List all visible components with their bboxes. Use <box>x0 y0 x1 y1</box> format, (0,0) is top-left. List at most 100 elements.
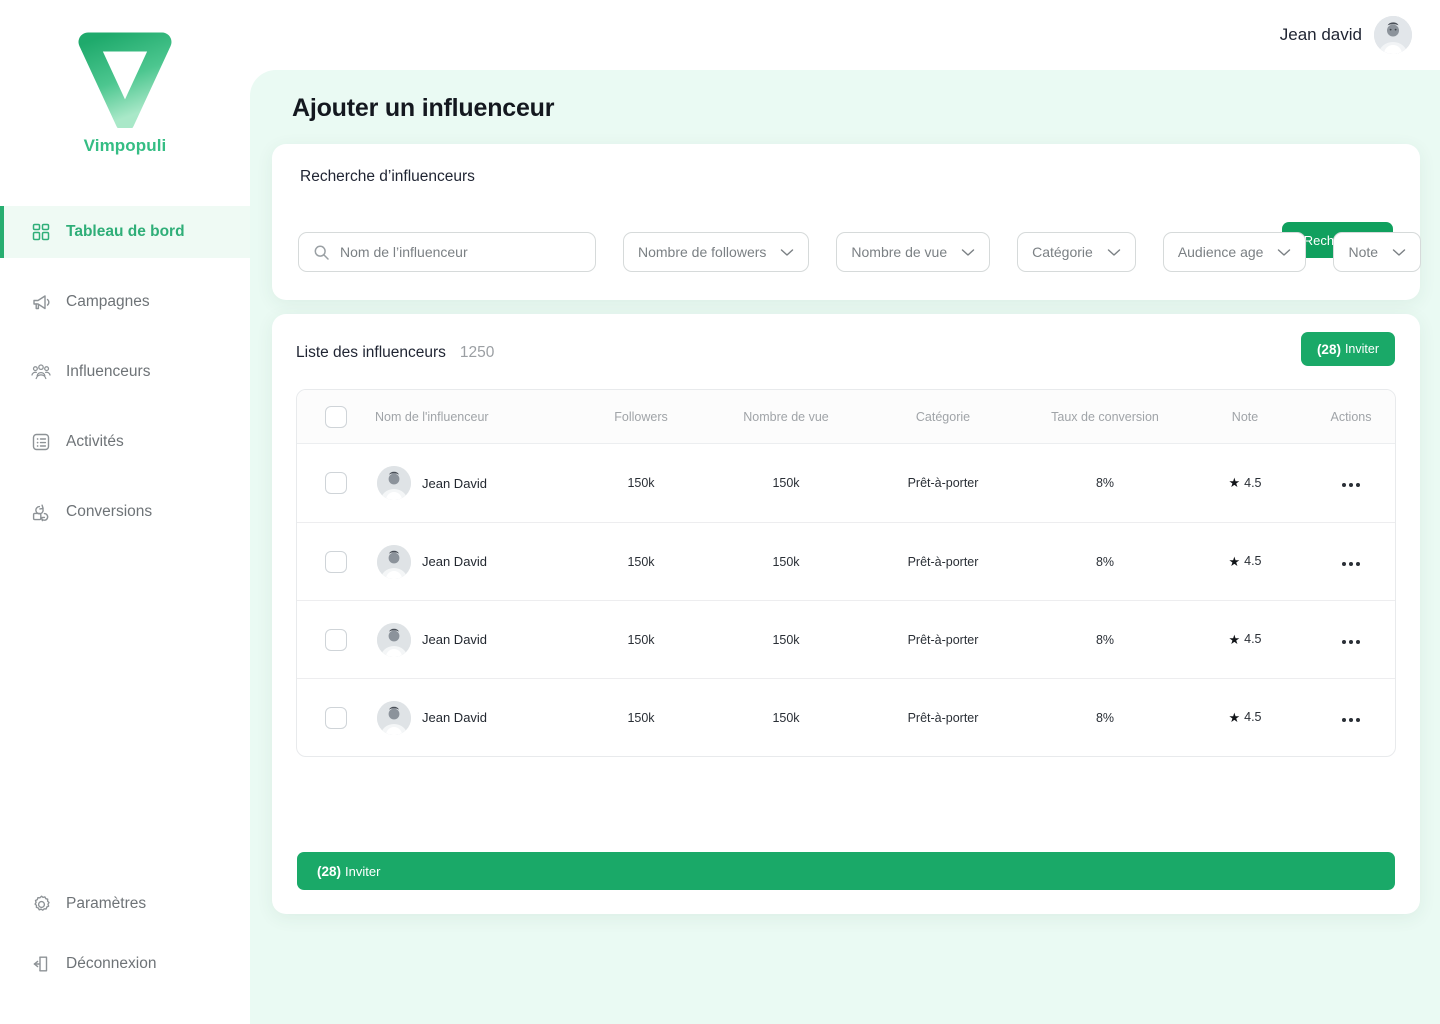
search-input[interactable]: Nom de l’influenceur <box>298 232 596 272</box>
gear-icon <box>30 893 52 915</box>
search-panel: Recherche d’influenceurs Rechercher Nom … <box>272 144 1422 300</box>
sidebar-item-label: Paramètres <box>66 895 147 912</box>
chevron-down-icon <box>780 248 794 257</box>
sidebar-nav-secondary: Paramètres Déconnexion <box>0 878 250 990</box>
filter-followers[interactable]: Nombre de followers <box>623 232 810 272</box>
filter-categorie[interactable]: Catégorie <box>1017 232 1136 272</box>
chevron-down-icon <box>1277 248 1291 257</box>
sidebar-item-conversions[interactable]: Conversions <box>0 486 250 538</box>
row-name-cell: Jean David <box>375 544 571 579</box>
row-influencer-name: Jean David <box>422 475 488 491</box>
filter-audience-age[interactable]: Audience age <box>1162 232 1307 272</box>
filter-label: Nombre de vue <box>851 244 948 260</box>
table-row[interactable]: Jean David 150k 150k Prêt-à-porter 8% ★ … <box>297 522 1395 600</box>
invite-button-top[interactable]: (28) Inviter <box>1300 332 1395 366</box>
invite-label: Inviter <box>345 863 381 879</box>
row-category: Prêt-à-porter <box>907 554 979 569</box>
filter-bar: Nom de l’influenceur Nombre de followers… <box>298 232 1422 272</box>
sidebar-item-label: Conversions <box>66 503 153 520</box>
row-followers: 150k <box>627 554 655 569</box>
influencer-list-panel: Liste des influenceurs 1250 (28) Inviter… <box>272 314 1420 914</box>
brand-name: Vimpopuli <box>83 136 167 155</box>
search-icon <box>313 244 330 261</box>
row-actions-cell <box>1305 555 1395 569</box>
column-header-actions: Actions <box>1330 409 1372 424</box>
row-conversion: 8% <box>1095 476 1115 490</box>
row-conversion: 8% <box>1095 632 1115 647</box>
sidebar-item-deconnexion[interactable]: Déconnexion <box>0 938 250 990</box>
row-actions-cell <box>1305 633 1395 647</box>
row-category: Prêt-à-porter <box>907 710 979 725</box>
row-category: Prêt-à-porter <box>907 476 979 490</box>
row-followers: 150k <box>627 632 655 647</box>
invite-button-bottom[interactable]: (28) Inviter <box>297 852 1395 890</box>
row-actions-cell <box>1305 476 1395 490</box>
sidebar-item-label: Activités <box>66 433 124 450</box>
row-checkbox[interactable] <box>325 472 347 494</box>
row-checkbox[interactable] <box>325 628 347 651</box>
row-conversion: 8% <box>1095 554 1115 569</box>
row-name-cell: Jean David <box>375 466 571 500</box>
topbar-user-name: Jean david <box>1279 25 1362 44</box>
search-panel-title: Recherche d’influenceurs <box>300 168 475 185</box>
row-name-cell: Jean David <box>375 622 571 657</box>
avatar <box>377 622 411 657</box>
more-dots-icon[interactable] <box>1342 561 1360 566</box>
row-actions-cell <box>1305 711 1395 725</box>
table-header-row: Nom de l'influenceur Followers Nombre de… <box>297 390 1395 444</box>
row-note-cell: ★ 4.5 <box>1185 710 1305 725</box>
row-influencer-name: Jean David <box>422 632 488 647</box>
more-dots-icon[interactable] <box>1342 483 1360 487</box>
list-icon <box>30 431 52 453</box>
row-conversion: 8% <box>1095 710 1115 725</box>
list-title: Liste des influenceurs <box>296 344 446 361</box>
row-note-cell: ★ 4.5 <box>1185 476 1305 491</box>
row-influencer-name: Jean David <box>422 710 488 725</box>
select-all-checkbox[interactable] <box>325 405 347 428</box>
filter-note[interactable]: Note <box>1333 232 1422 272</box>
star-icon: ★ <box>1228 709 1241 725</box>
table-row[interactable]: Jean David 150k 150k Prêt-à-porter 8% ★ … <box>297 444 1395 522</box>
more-dots-icon[interactable] <box>1342 717 1360 722</box>
sidebar-item-parametres[interactable]: Paramètres <box>0 878 250 930</box>
main-content: Ajouter un influenceur Recherche d’influ… <box>250 70 1440 1024</box>
avatar <box>377 700 411 735</box>
sidebar-item-label: Déconnexion <box>66 955 157 972</box>
page-title: Ajouter un influenceur <box>292 94 555 122</box>
row-note-cell: ★ 4.5 <box>1185 632 1305 647</box>
sidebar-item-tableau-de-bord[interactable]: Tableau de bord <box>0 206 250 258</box>
avatar[interactable] <box>1374 16 1412 54</box>
chevron-down-icon <box>1392 248 1406 257</box>
sidebar-item-influenceurs[interactable]: Influenceurs <box>0 346 250 398</box>
filter-label: Catégorie <box>1032 244 1093 260</box>
star-icon: ★ <box>1228 475 1241 491</box>
star-icon: ★ <box>1228 553 1241 569</box>
row-views: 150k <box>772 554 800 569</box>
row-note-value: 4.5 <box>1244 475 1262 490</box>
brand-logo[interactable]: Vimpopuli <box>0 30 250 156</box>
row-checkbox[interactable] <box>325 550 347 573</box>
table-row[interactable]: Jean David 150k 150k Prêt-à-porter 8% ★ … <box>297 600 1395 678</box>
column-header-category: Catégorie <box>915 409 971 424</box>
filter-label: Note <box>1348 244 1379 260</box>
filter-views[interactable]: Nombre de vue <box>836 232 991 272</box>
more-dots-icon[interactable] <box>1342 639 1360 644</box>
row-select-cell <box>297 550 375 573</box>
row-checkbox[interactable] <box>325 706 347 729</box>
row-views: 150k <box>772 632 800 647</box>
sidebar-item-activites[interactable]: Activités <box>0 416 250 468</box>
sidebar-item-label: Influenceurs <box>66 363 151 380</box>
row-note-value: 4.5 <box>1244 710 1262 725</box>
row-note-cell: ★ 4.5 <box>1185 554 1305 569</box>
row-note-value: 4.5 <box>1244 632 1262 647</box>
conversion-icon <box>30 501 52 523</box>
table-row[interactable]: Jean David 150k 150k Prêt-à-porter 8% ★ … <box>297 678 1395 756</box>
select-all-cell <box>297 405 375 428</box>
sidebar: Vimpopuli Tableau de bord Campagnes Infl… <box>0 0 250 1024</box>
chevron-down-icon <box>1107 248 1121 257</box>
row-influencer-name: Jean David <box>422 554 488 569</box>
avatar <box>377 466 411 500</box>
column-header-note: Note <box>1231 409 1259 424</box>
column-header-name: Nom de l'influenceur <box>375 409 489 424</box>
sidebar-item-campagnes[interactable]: Campagnes <box>0 276 250 328</box>
